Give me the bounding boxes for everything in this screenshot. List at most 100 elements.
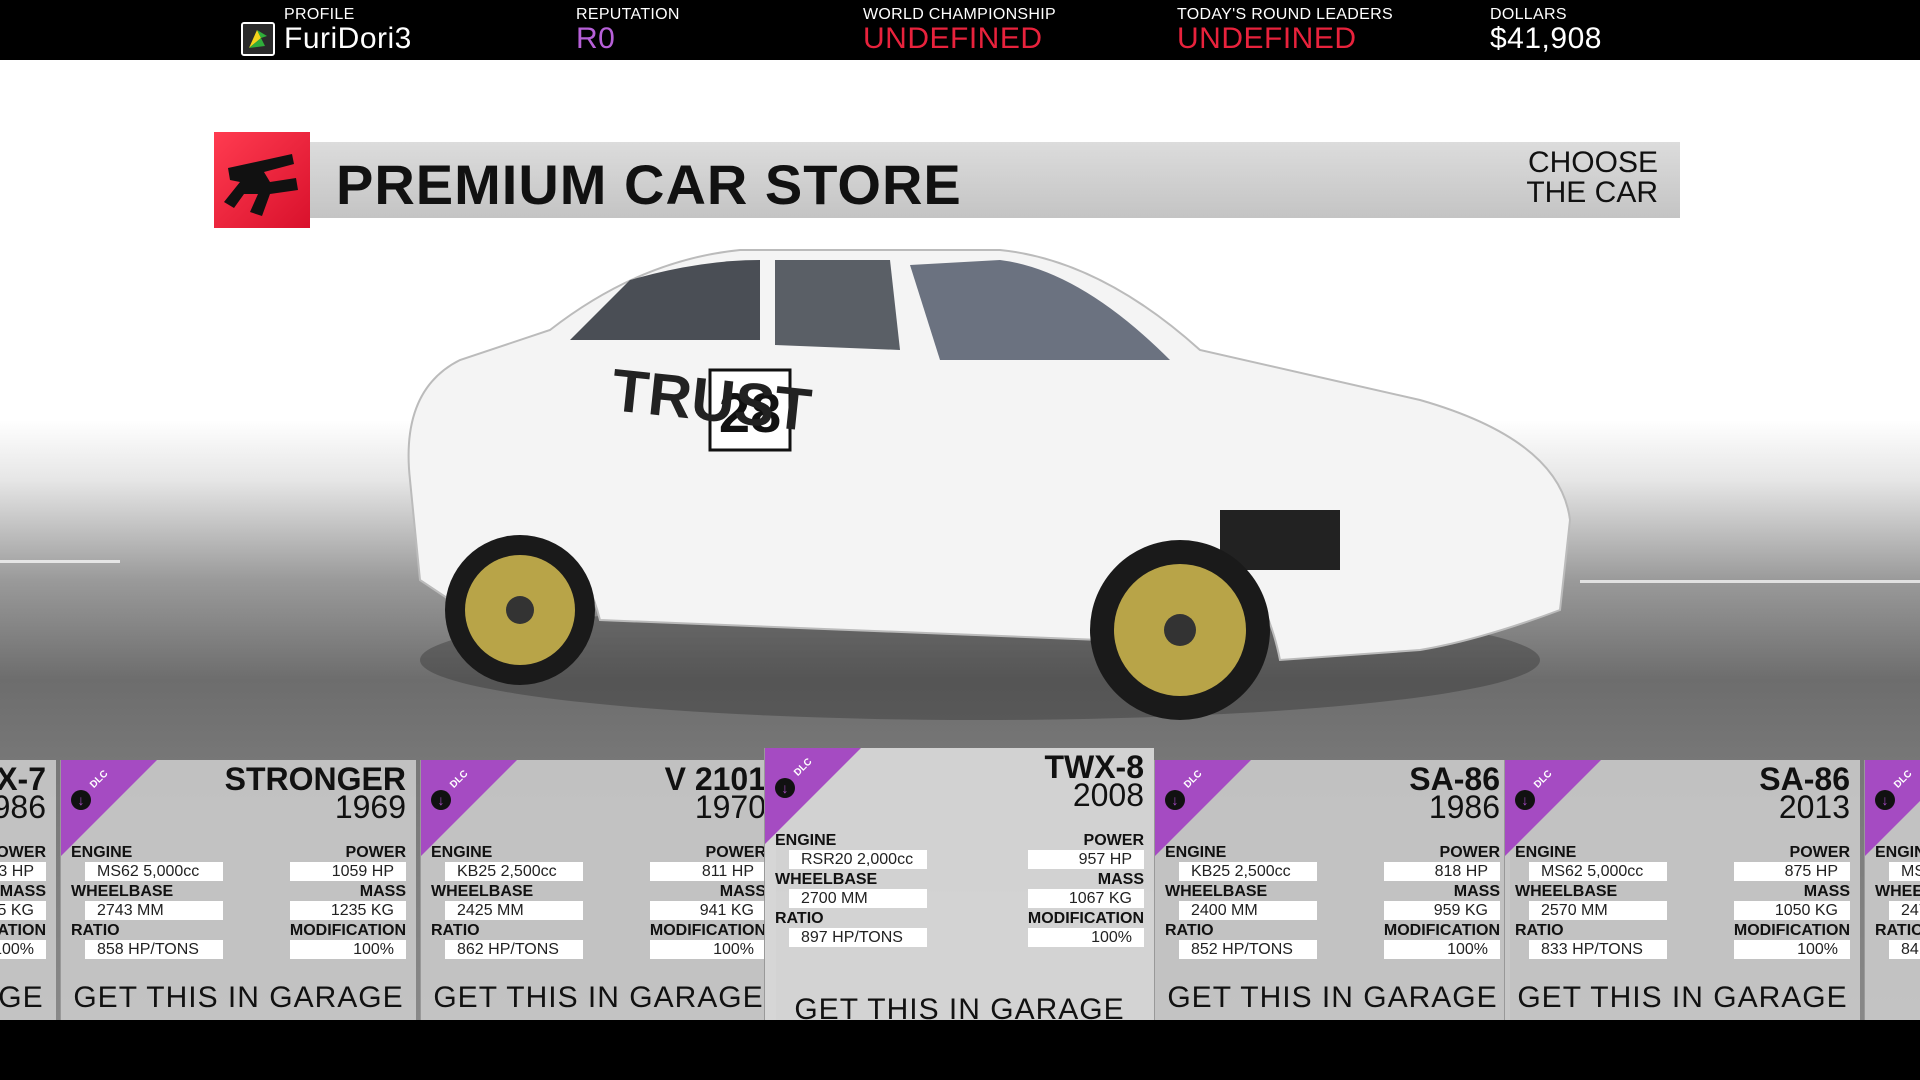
dlc-label: DLC: [1892, 768, 1915, 791]
profile-name: FuriDori3: [284, 22, 412, 55]
car-year: 1969: [334, 789, 406, 825]
download-icon: ↓: [1165, 790, 1185, 810]
dlc-badge: ↓ DLC: [1155, 760, 1251, 856]
power-label: POWER: [1439, 844, 1500, 861]
round-leaders-stat: TODAY'S ROUND LEADERS UNDEFINED: [1177, 6, 1393, 54]
mass-value: 941 KG: [650, 901, 766, 920]
power-label: POWER: [345, 844, 406, 861]
get-in-garage-button[interactable]: GET THIS IN GARAGE: [1505, 974, 1860, 1020]
ratio-value: 841: [1889, 940, 1920, 959]
engine-value: RSR20 2,000cc: [789, 850, 927, 869]
power-value: 811 HP: [650, 862, 766, 881]
spec-row: WHEELBASE MASS 2570 MM 1050 KG: [1515, 883, 1850, 922]
car-specs: ENGINE POWER KB25 2,500cc 818 HP WHEELBA…: [1165, 844, 1500, 961]
wheelbase-label: WHEELBASE: [71, 883, 174, 900]
modification-label: MODIFICATION: [649, 922, 766, 939]
download-icon: ↓: [775, 778, 795, 798]
modification-label: MODIFICATION: [1027, 910, 1144, 927]
power-value: 875 HP: [1734, 862, 1850, 881]
ratio-label: RATIO: [431, 922, 480, 939]
modification-label: MODIFICATION: [289, 922, 406, 939]
ratio-value: 862 HP/TONS: [445, 940, 583, 959]
spec-row: RATIO MODIFICATION 833 HP/TONS 100%: [1515, 922, 1850, 961]
world-championship-stat: WORLD CHAMPIONSHIP UNDEFINED: [863, 6, 1056, 54]
get-in-garage-button[interactable]: GET THIS IN GARAGE: [61, 974, 416, 1020]
page-title: PREMIUM CAR STORE: [336, 153, 962, 216]
get-in-garage-button[interactable]: GET THIS IN GARAGE: [1155, 974, 1510, 1020]
featured-car-image[interactable]: 28 TRUST: [380, 220, 1600, 740]
wheelbase-label: WHEELBASE: [1515, 883, 1618, 900]
engine-value: MS6: [1889, 862, 1920, 881]
get-in-garage-button[interactable]: GET THIS IN GARAGE: [421, 974, 776, 1020]
power-label: POWER: [1083, 832, 1144, 849]
power-value: 957 HP: [1028, 850, 1144, 869]
power-label: POWER: [705, 844, 766, 861]
power-label: POWER: [1789, 844, 1850, 861]
store-logo: [214, 132, 310, 228]
get-in-garage-button[interactable]: GET THIS IN GARAGE: [765, 986, 1154, 1020]
car-specs: ENGINE POWER KB25 2,500cc 811 HP WHEELBA…: [431, 844, 766, 961]
ratio-value: 852 HP/TONS: [1179, 940, 1317, 959]
car-card[interactable]: ↓ DLC SA-86 2013 ENGINE POWER MS62 5,000…: [1504, 760, 1860, 1020]
car-card[interactable]: ↓ DLC RX-7 1986 ENGINE POWER RX7 1,300cc…: [0, 760, 56, 1020]
wheelbase-label: WHEELBASE: [431, 883, 534, 900]
mass-label: MASS: [0, 883, 46, 900]
car-carousel[interactable]: ↓ DLC RX-7 1986 ENGINE POWER RX7 1,300cc…: [0, 748, 1920, 1020]
get-in-garage-button[interactable]: GET THIS IN GARAGE: [0, 974, 56, 1020]
modification-value: 100%: [650, 940, 766, 959]
mass-value: 959 KG: [1384, 901, 1500, 920]
mass-label: MASS: [719, 883, 766, 900]
car-side-window: [775, 260, 900, 350]
modification-value: 100%: [1028, 928, 1144, 947]
car-year: 1986: [1428, 789, 1500, 825]
modification-label: MODIFICATION: [1383, 922, 1500, 939]
car-card[interactable]: ↓ DLC V 2101 1970 ENGINE POWER KB25 2,50…: [420, 760, 776, 1020]
dollars-stat: DOLLARS $41,908: [1490, 6, 1602, 54]
profile-avatar[interactable]: [241, 22, 275, 56]
wheelbase-value: 2700 MM: [789, 889, 927, 908]
dlc-label: DLC: [88, 768, 111, 791]
spec-row: ENGINE POWER MS6: [1875, 844, 1920, 883]
engine-value: KB25 2,500cc: [445, 862, 583, 881]
spec-row: WHEELBASE MASS 247: [1875, 883, 1920, 922]
subtitle-line: THE CAR: [1526, 176, 1658, 209]
ratio-value: 858 HP/TONS: [85, 940, 223, 959]
spec-row: ENGINE POWER MS62 5,000cc 875 HP: [1515, 844, 1850, 883]
wheelbase-value: 2425 MM: [445, 901, 583, 920]
profile-stat[interactable]: PROFILE FuriDori3: [284, 6, 412, 54]
dlc-label: DLC: [1532, 768, 1555, 791]
spec-row: RATIO MODIFICATION 897 HP/TONS 100%: [775, 910, 1144, 949]
ratio-label: RATIO: [1875, 922, 1920, 939]
car-card[interactable]: ↓ DLC SA-86 1986 ENGINE POWER KB25 2,500…: [1154, 760, 1510, 1020]
power-value: 1059 HP: [290, 862, 406, 881]
car-specs: ENGINE POWER MS62 5,000cc 1059 HP WHEELB…: [71, 844, 406, 961]
spec-row: ENGINE POWER MS62 5,000cc 1059 HP: [71, 844, 406, 883]
modification-label: MODIFICATION: [1733, 922, 1850, 939]
wheelbase-value: 247: [1889, 901, 1920, 920]
floor-marking: [0, 560, 120, 563]
get-in-garage-button[interactable]: GE: [1865, 974, 1920, 1020]
car-year: 2013: [1778, 789, 1850, 825]
store-logo-icon: [224, 154, 298, 216]
modification-label: MODIFICATION: [0, 922, 46, 939]
car-card[interactable]: ↓ DLC ENGINE POWER MS6 WHEELBASE MASS 24…: [1864, 760, 1920, 1020]
download-icon: ↓: [431, 790, 451, 810]
dlc-badge: ↓ DLC: [1865, 760, 1920, 856]
spec-row: ENGINE POWER RX7 1,300cc 233 HP: [0, 844, 46, 883]
floor-marking: [1580, 580, 1920, 583]
spec-row: RATIO MODIFICATION 841: [1875, 922, 1920, 961]
mass-value: 1067 KG: [1028, 889, 1144, 908]
round-leaders-value: UNDEFINED: [1177, 22, 1357, 55]
car-specs: ENGINE POWER MS6 WHEELBASE MASS 247 RATI…: [1875, 844, 1920, 961]
spec-row: WHEELBASE MASS 2700 MM 1067 KG: [775, 871, 1144, 910]
spec-row: RATIO MODIFICATION 858 HP/TONS 100%: [71, 922, 406, 961]
car-card[interactable]: ↓ DLC STRONGER 1969 ENGINE POWER MS62 5,…: [60, 760, 416, 1020]
mass-value: 1305 KG: [0, 901, 46, 920]
wheelbase-value: 2570 MM: [1529, 901, 1667, 920]
car-year: 1986: [0, 789, 46, 825]
car-card[interactable]: ↓ DLC TWX-8 2008 ENGINE POWER RSR20 2,00…: [764, 748, 1154, 1020]
engine-value: MS62 5,000cc: [85, 862, 223, 881]
mass-label: MASS: [1097, 871, 1144, 888]
engine-label: ENGINE: [1875, 844, 1920, 861]
dlc-label: DLC: [792, 756, 815, 779]
